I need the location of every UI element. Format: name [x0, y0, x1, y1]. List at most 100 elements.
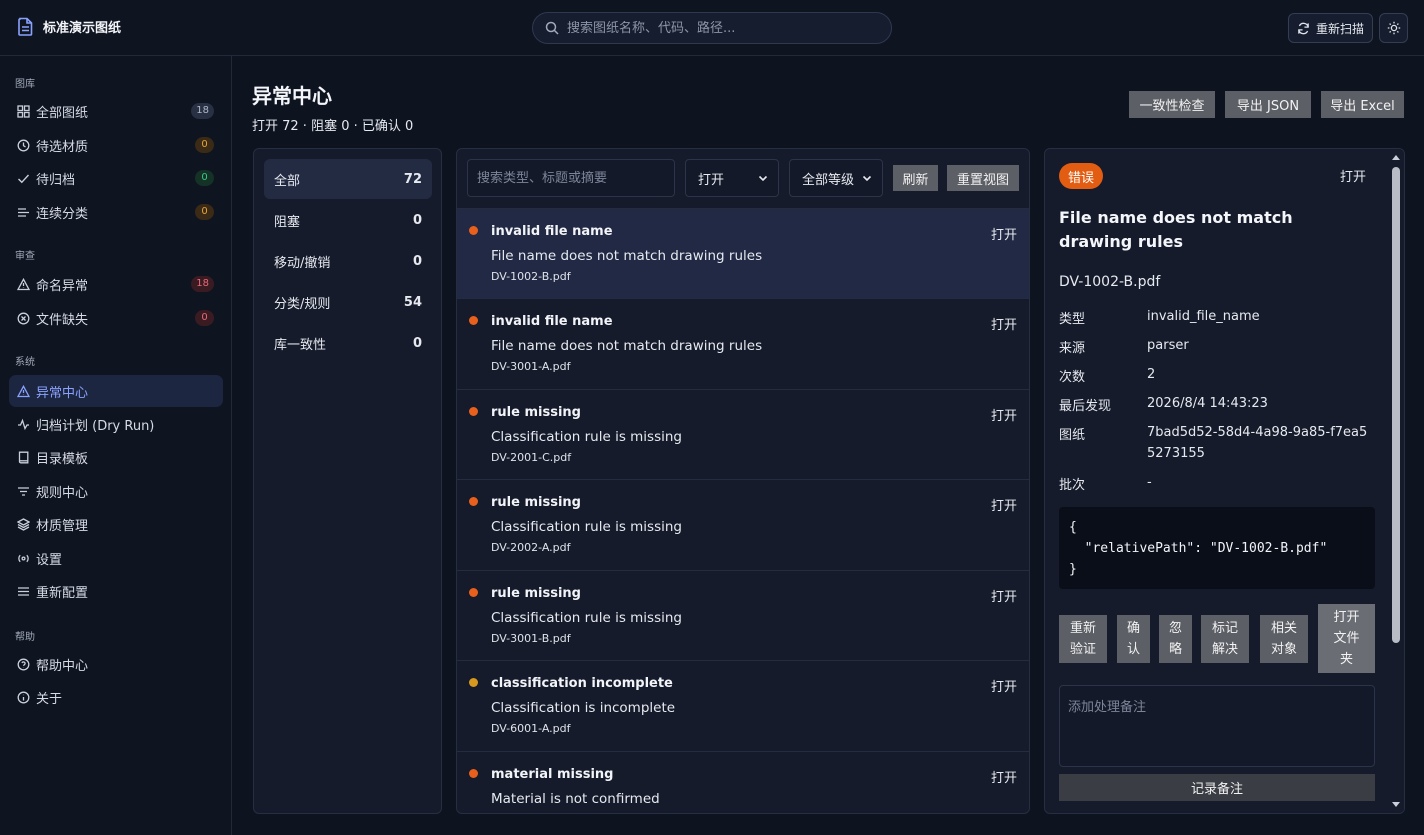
sidebar-item-exception-center[interactable]: 异常中心 — [9, 375, 223, 407]
category-panel: 全部 72 阻塞 0 移动/撤销 0 分类/规则 54 库一致性 0 — [253, 148, 442, 814]
sidebar-item-archive-plan[interactable]: 归档计划 (Dry Run) — [9, 408, 223, 440]
menu-icon — [18, 586, 29, 596]
detail-scrollbar[interactable] — [1388, 149, 1404, 813]
sidebar-item-label: 关于 — [36, 691, 63, 707]
info-icon — [17, 691, 30, 703]
status-select[interactable]: 打开 — [685, 159, 779, 197]
scrollbar-thumb[interactable] — [1392, 167, 1400, 643]
section-title-review: 审查 — [15, 251, 35, 262]
global-search[interactable] — [532, 12, 892, 44]
note-textarea[interactable] — [1059, 685, 1375, 767]
ignore-button[interactable]: 忽略 — [1159, 615, 1192, 663]
sidebar-item-settings[interactable]: 设置 — [9, 542, 223, 574]
issue-status: 打开 — [990, 680, 1017, 695]
issue-row[interactable]: rule missing 打开 Classification rule is m… — [457, 389, 1029, 479]
list-filter-icon — [18, 207, 29, 217]
issue-status: 打开 — [990, 590, 1017, 605]
mark-resolved-button[interactable]: 标记 解决 — [1201, 615, 1249, 663]
category-label: 库一致性 — [274, 337, 327, 353]
sidebar-item-continuous-classify[interactable]: 连续分类 0 — [9, 196, 223, 228]
category-label: 分类/规则 — [274, 296, 331, 312]
status-select-value: 打开 — [698, 172, 725, 188]
issue-row[interactable]: invalid file name 打开 File name does not … — [457, 298, 1029, 388]
filter-icon — [18, 486, 29, 496]
category-library-consistency[interactable]: 库一致性 0 — [264, 323, 432, 363]
brand[interactable]: 标准演示图纸 — [17, 17, 121, 36]
severity-dot — [469, 226, 478, 235]
issue-row[interactable]: rule missing 打开 Classification rule is m… — [457, 479, 1029, 569]
severity-dot — [469, 678, 478, 687]
level-select-value: 全部等级 — [802, 172, 855, 188]
issue-row[interactable]: rule missing 打开 Classification rule is m… — [457, 570, 1029, 660]
issue-type: rule missing — [491, 405, 581, 420]
warning-icon — [17, 277, 30, 290]
export-excel-button[interactable]: 导出 Excel — [1321, 91, 1404, 118]
confirm-button[interactable]: 确认 — [1117, 615, 1150, 663]
issue-type: invalid file name — [491, 224, 613, 239]
category-count: 0 — [412, 253, 422, 269]
search-input[interactable] — [567, 20, 887, 36]
category-all[interactable]: 全部 72 — [264, 159, 432, 199]
level-select[interactable]: 全部等级 — [789, 159, 883, 197]
severity-dot — [469, 407, 478, 416]
scroll-up-arrow-icon[interactable] — [1391, 153, 1401, 163]
issue-file: DV-2001-C.pdf — [491, 451, 572, 464]
scroll-down-arrow-icon[interactable] — [1391, 799, 1401, 809]
issue-file: DV-1002-B.pdf — [491, 270, 571, 283]
detail-file: DV-1002-B.pdf — [1059, 274, 1161, 290]
category-classification-rule[interactable]: 分类/规则 54 — [264, 282, 432, 322]
page-summary: 打开 72 · 阻塞 0 · 已确认 0 — [252, 119, 414, 134]
category-blocked[interactable]: 阻塞 0 — [264, 200, 432, 240]
issue-status: 打开 — [990, 228, 1017, 243]
issue-row[interactable]: material missing 打开 Material is not conf… — [457, 751, 1029, 813]
sidebar-item-missing-files[interactable]: 文件缺失 0 — [9, 302, 223, 334]
save-note-button[interactable]: 记录备注 — [1059, 774, 1375, 801]
issue-search-input[interactable] — [467, 159, 675, 197]
category-label: 全部 — [274, 173, 301, 189]
issue-status: 打开 — [990, 409, 1017, 424]
sidebar-item-directory-template[interactable]: 目录模板 — [9, 441, 223, 473]
issue-type: rule missing — [491, 586, 581, 601]
reset-view-button[interactable]: 重置视图 — [947, 165, 1019, 191]
sidebar-item-all-drawings[interactable]: 全部图纸 18 — [9, 95, 223, 127]
issue-file: DV-3001-B.pdf — [491, 632, 571, 645]
issue-file: DV-6001-A.pdf — [491, 722, 571, 735]
sidebar-item-pending-material[interactable]: 待选材质 0 — [9, 129, 223, 161]
theme-toggle-button[interactable] — [1379, 13, 1408, 43]
search-icon — [545, 21, 559, 35]
issue-type: rule missing — [491, 495, 581, 510]
sidebar-item-label: 归档计划 (Dry Run) — [36, 418, 155, 434]
sidebar-item-label: 全部图纸 — [36, 105, 89, 121]
check-icon — [18, 174, 30, 183]
issue-status: 打开 — [990, 318, 1017, 333]
issue-title: Classification is incomplete — [491, 700, 676, 716]
sidebar-item-rule-center[interactable]: 规则中心 — [9, 475, 223, 507]
sidebar-item-material-management[interactable]: 材质管理 — [9, 508, 223, 540]
book-icon — [18, 451, 29, 463]
open-folder-button[interactable]: 打开 文件夹 — [1318, 604, 1375, 673]
refresh-icon — [1298, 22, 1309, 34]
sidebar-item-about[interactable]: 关于 — [9, 681, 223, 713]
category-move-undo[interactable]: 移动/撤销 0 — [264, 241, 432, 281]
sidebar-item-help-center[interactable]: 帮助中心 — [9, 648, 223, 680]
sidebar-item-reconfigure[interactable]: 重新配置 — [9, 575, 223, 607]
sidebar-item-naming-anomaly[interactable]: 命名异常 18 — [9, 268, 223, 300]
issue-row[interactable]: invalid file name 打开 File name does not … — [457, 208, 1029, 298]
issue-title: Classification rule is missing — [491, 429, 682, 445]
severity-dot — [469, 588, 478, 597]
rescan-button[interactable]: 重新扫描 — [1288, 13, 1373, 43]
issue-list-panel: 打开 全部等级 刷新 重置视图 invalid file name 打开 Fil… — [456, 148, 1030, 814]
sidebar-item-label: 帮助中心 — [36, 658, 89, 674]
refresh-button[interactable]: 刷新 — [893, 165, 938, 191]
radio-icon — [18, 554, 29, 562]
related-objects-button[interactable]: 相关 对象 — [1260, 615, 1308, 663]
revalidate-button[interactable]: 重新 验证 — [1059, 615, 1107, 663]
category-label: 移动/撤销 — [274, 255, 331, 271]
sidebar-item-pending-archive[interactable]: 待归档 0 — [9, 162, 223, 194]
issue-row[interactable]: classification incomplete 打开 Classificat… — [457, 660, 1029, 750]
top-bar: 标准演示图纸 重新扫描 — [0, 0, 1424, 56]
consistency-check-button[interactable]: 一致性检查 — [1129, 91, 1215, 118]
count-badge: 18 — [191, 103, 214, 119]
export-json-button[interactable]: 导出 JSON — [1225, 91, 1311, 118]
issue-type: invalid file name — [491, 314, 613, 329]
